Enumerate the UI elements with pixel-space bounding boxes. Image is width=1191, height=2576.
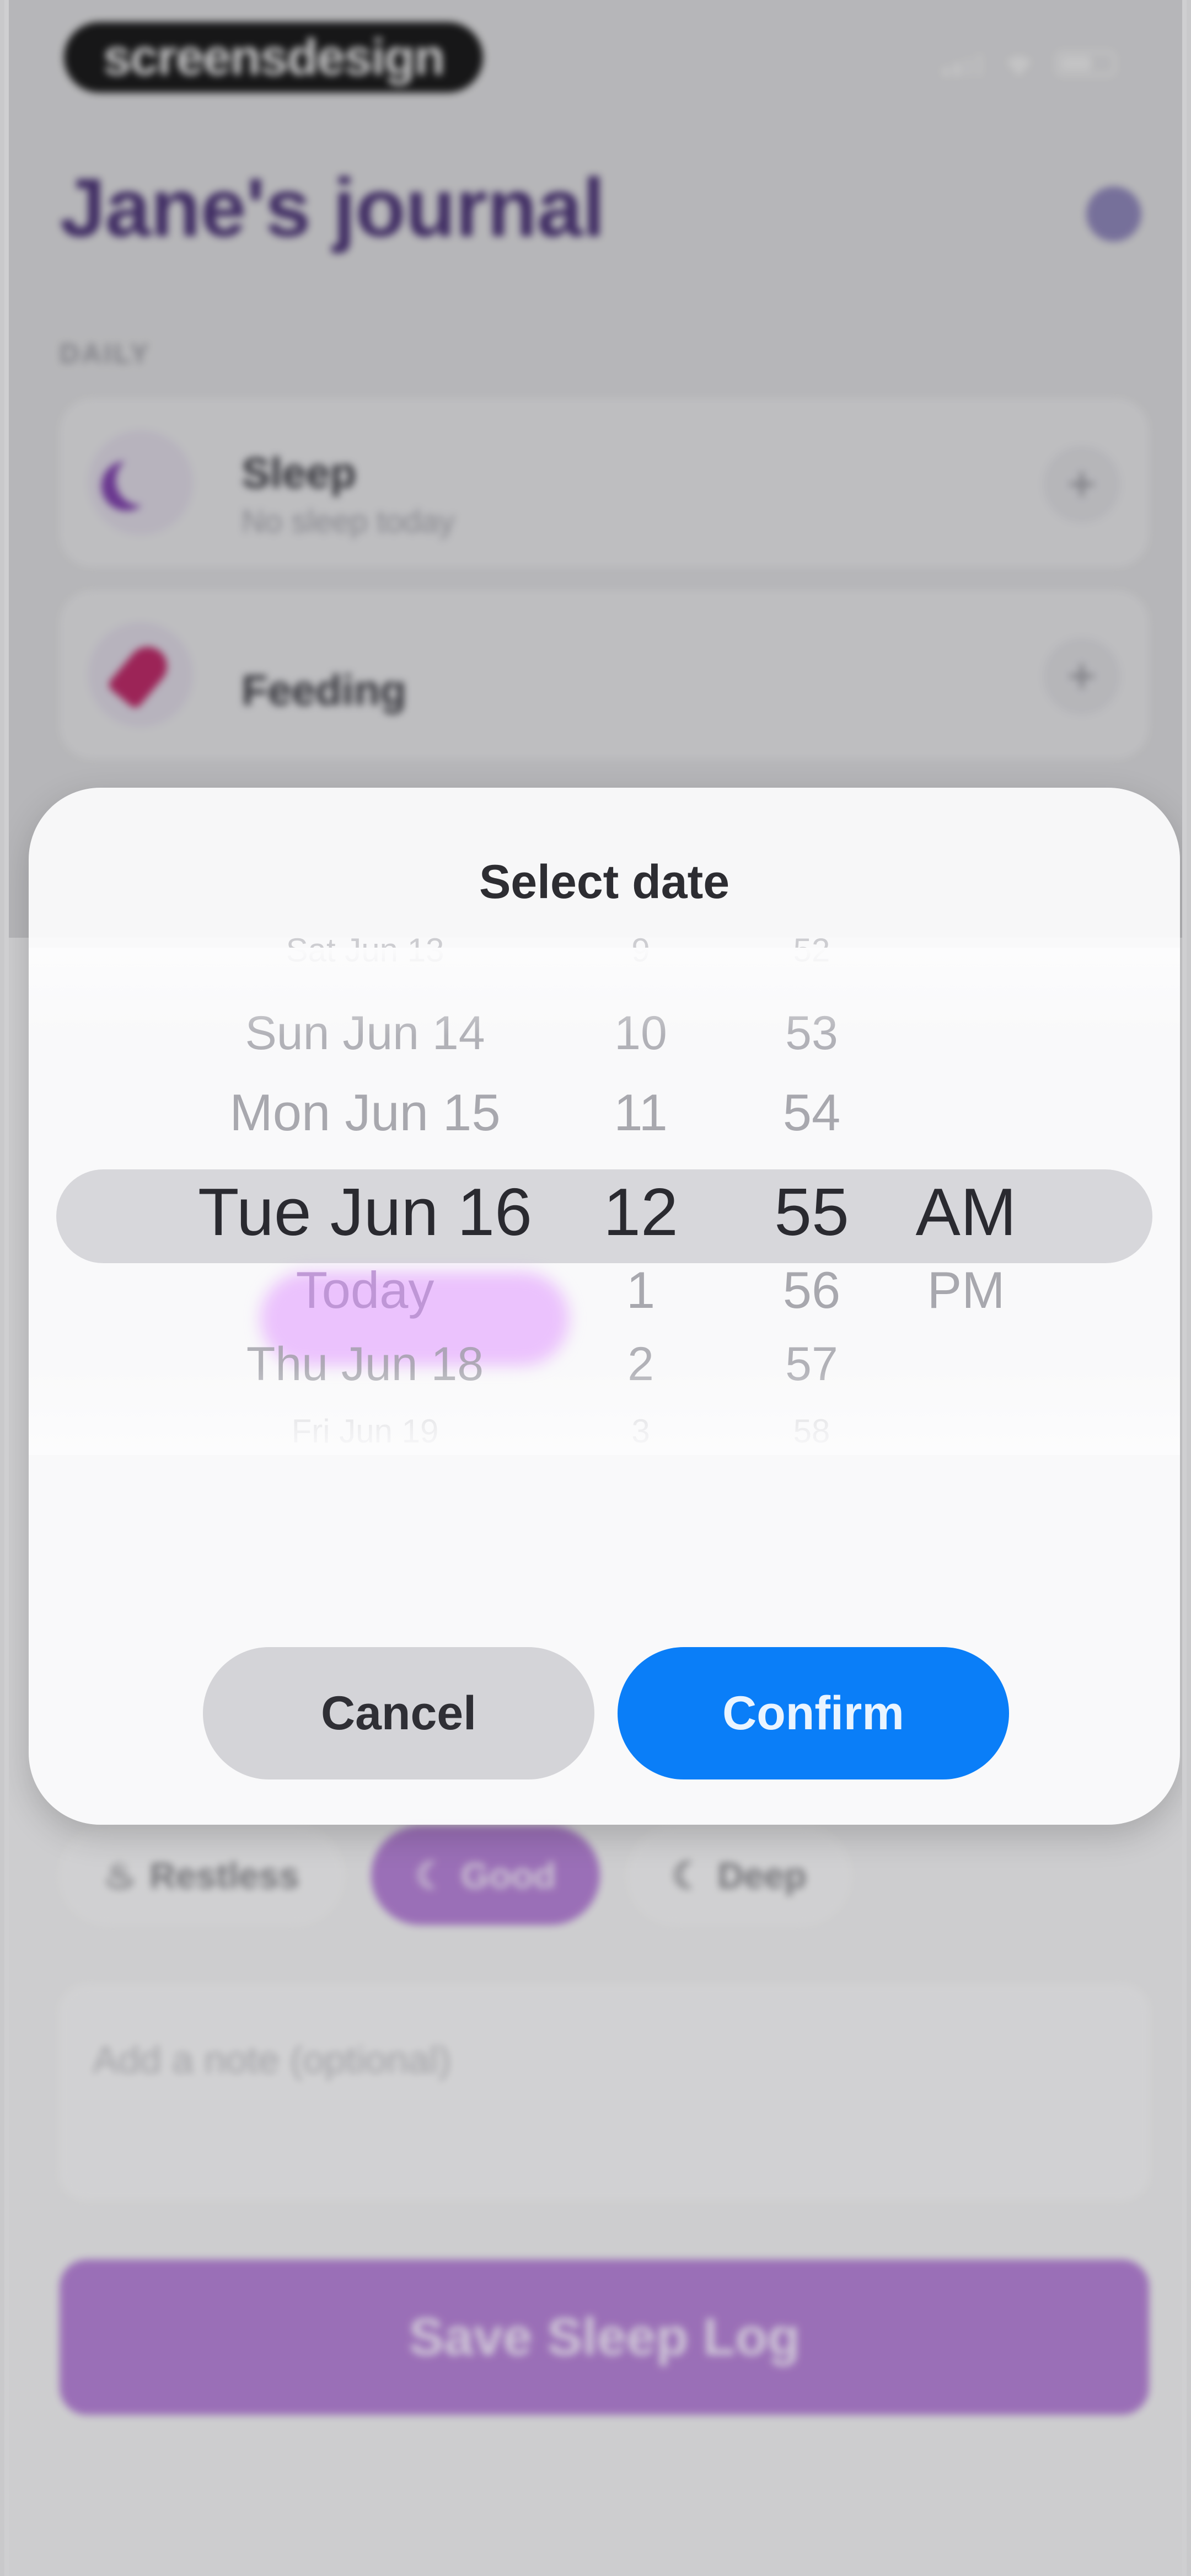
day-option[interactable]: Tue Jun 16 <box>161 1168 569 1256</box>
confirm-button[interactable]: Confirm <box>618 1647 1009 1779</box>
hour-option[interactable]: 11 <box>580 1079 701 1146</box>
period-option[interactable]: AM <box>900 1168 1032 1256</box>
wheel-fade-top <box>29 948 1180 1036</box>
date-time-wheel[interactable]: Sat Jun 13Sun Jun 14Mon Jun 15Tue Jun 16… <box>29 932 1180 1455</box>
hour-option[interactable]: 12 <box>580 1168 701 1256</box>
phone-screen: screensdesign Jane's journal DAILY Sleep… <box>4 0 1187 2576</box>
wheel-fade-bottom <box>29 1367 1180 1455</box>
hour-option[interactable]: 1 <box>580 1257 701 1324</box>
date-picker-modal: Select date Sat Jun 13Sun Jun 14Mon Jun … <box>29 788 1180 1825</box>
day-option[interactable]: Mon Jun 15 <box>161 1079 569 1146</box>
period-option[interactable]: PM <box>900 1257 1032 1324</box>
cancel-button[interactable]: Cancel <box>203 1647 594 1779</box>
minute-option[interactable]: 55 <box>745 1168 878 1256</box>
day-option[interactable]: Today <box>161 1257 569 1324</box>
minute-option[interactable]: 56 <box>745 1257 878 1324</box>
modal-title: Select date <box>479 856 730 908</box>
minute-option[interactable]: 54 <box>745 1079 878 1146</box>
